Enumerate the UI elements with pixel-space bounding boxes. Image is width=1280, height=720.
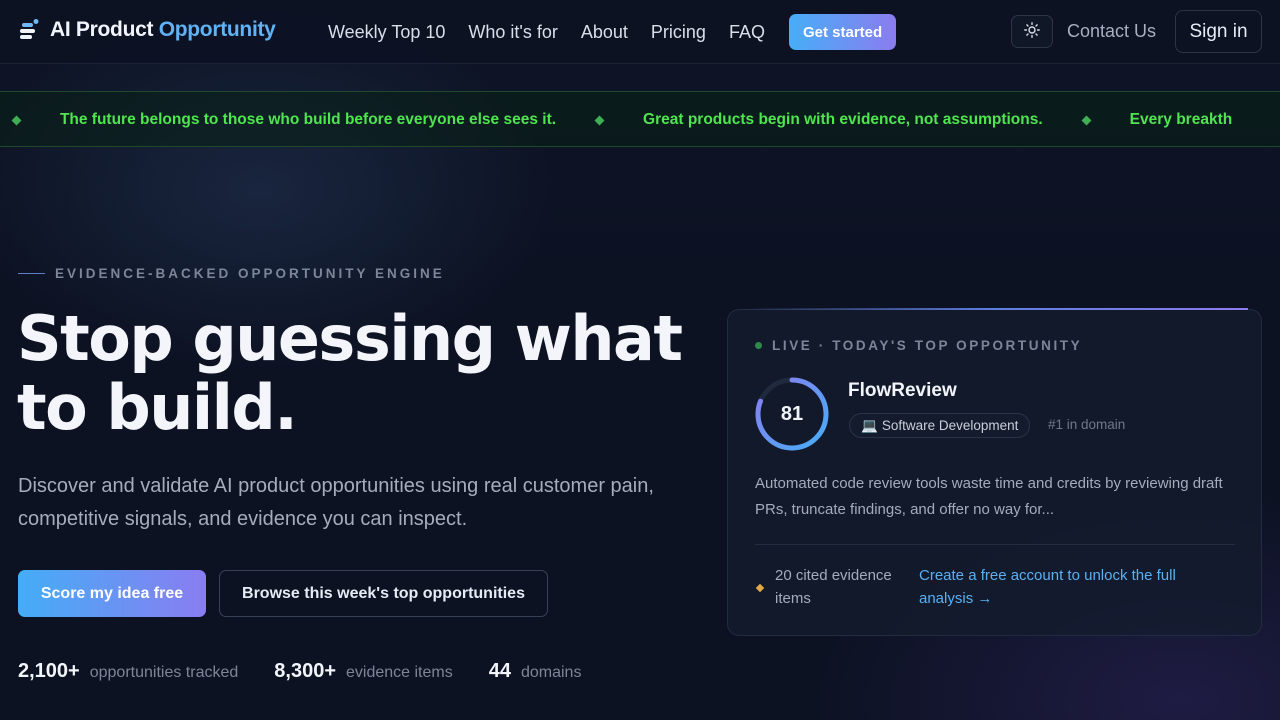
theme-toggle-button[interactable] <box>1011 15 1053 48</box>
brand-bars-icon <box>18 18 40 42</box>
hero-eyebrow: EVIDENCE-BACKED OPPORTUNITY ENGINE <box>18 266 445 281</box>
diamond-separator-icon <box>594 115 605 125</box>
stat-label: opportunities tracked <box>89 664 239 681</box>
eyebrow-text: EVIDENCE-BACKED OPPORTUNITY ENGINE <box>55 266 445 281</box>
domain-rank: #1 in domain <box>1048 417 1126 432</box>
browse-top-opportunities-button[interactable]: Browse this week's top opportunities <box>219 570 548 617</box>
marquee-item: Every breakth <box>1129 111 1233 128</box>
opportunity-description: Automated code review tools waste time a… <box>755 475 1223 518</box>
domain-chip[interactable]: 💻 Software Development <box>849 413 1031 438</box>
stat-domains: 44 domains <box>489 660 582 683</box>
domain-label: Software Development <box>881 418 1019 433</box>
quote-marquee: e. The future belongs to those who build… <box>0 91 1280 147</box>
nav-link-who-its-for[interactable]: Who it's for <box>468 22 557 43</box>
nav-link-pricing[interactable]: Pricing <box>651 22 706 43</box>
brand-logo[interactable]: AI Product Opportunity <box>18 18 276 42</box>
stat-value: 2,100+ <box>18 660 80 682</box>
diamond-separator-icon <box>1081 115 1092 125</box>
brand-name: AI Product Opportunity <box>50 18 276 41</box>
stat-label: domains <box>520 664 582 681</box>
card-accent-line <box>741 308 1248 310</box>
stat-evidence: 8,300+ evidence items <box>274 660 452 683</box>
laptop-icon: 💻 <box>861 417 878 433</box>
diamond-separator-icon <box>11 115 22 125</box>
stat-value: 44 <box>488 660 511 682</box>
marquee-item: Great products begin with evidence, not … <box>643 111 1043 128</box>
top-nav: AI Product Opportunity Weekly Top 10 Who… <box>0 0 1280 64</box>
nav-link-about[interactable]: About <box>581 22 628 43</box>
sun-icon <box>1024 22 1040 41</box>
get-started-button[interactable]: Get started <box>788 14 897 50</box>
stat-opportunities: 2,100+ opportunities tracked <box>18 660 238 683</box>
marquee-track: e. The future belongs to those who build… <box>0 92 1233 146</box>
marquee-item: The future belongs to those who build be… <box>59 111 557 128</box>
live-indicator: LIVE · TODAY'S TOP OPPORTUNITY <box>755 338 1082 353</box>
sign-in-button[interactable]: Sign in <box>1175 10 1262 53</box>
unlock-analysis-link[interactable]: Create a free account to unlock the full… <box>919 564 1229 610</box>
evidence-count: 20 cited evidence items <box>775 567 892 607</box>
score-value: 81 <box>780 402 804 425</box>
live-label: LIVE · TODAY'S TOP OPPORTUNITY <box>772 338 1083 353</box>
stat-label: evidence items <box>346 664 453 681</box>
eyebrow-line <box>18 273 45 274</box>
score-my-idea-button[interactable]: Score my idea free <box>18 570 206 617</box>
contact-us-link[interactable]: Contact Us <box>1067 21 1156 42</box>
product-name[interactable]: FlowReview <box>848 380 957 402</box>
live-dot-icon <box>755 342 762 349</box>
hero-title: Stop guessing what to build. <box>17 302 683 444</box>
nav-link-weekly-top-10[interactable]: Weekly Top 10 <box>328 22 445 43</box>
nav-link-faq[interactable]: FAQ <box>729 22 765 43</box>
hero-stats: 2,100+ opportunities tracked 8,300+ evid… <box>18 660 581 683</box>
card-divider <box>755 544 1235 545</box>
hero-subtitle: Discover and validate AI product opportu… <box>18 475 654 530</box>
nav-links: Weekly Top 10 Who it's for About Pricing… <box>328 0 897 64</box>
stat-value: 8,300+ <box>274 660 336 682</box>
